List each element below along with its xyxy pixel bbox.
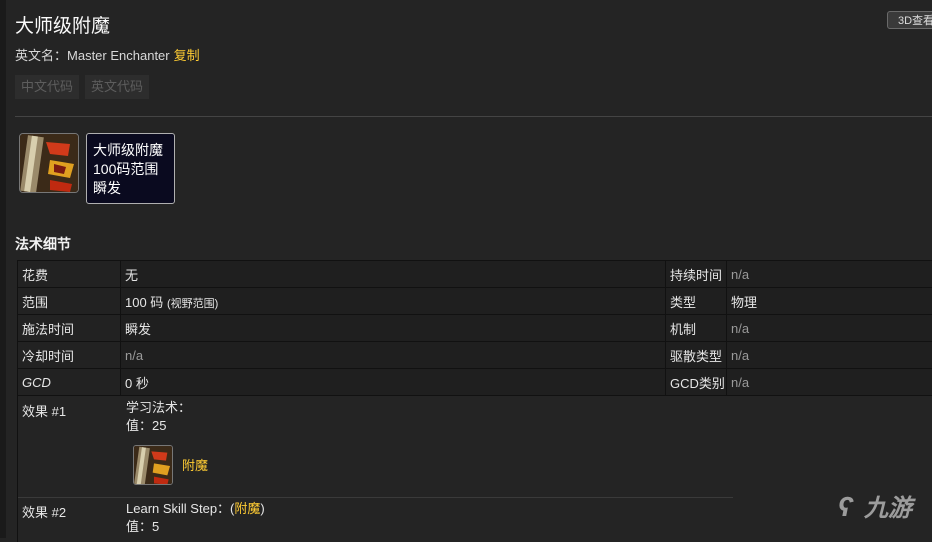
table-row: 驱散类型 n/a [666,342,932,369]
cost-label: 花费 [18,261,121,288]
spell-details-table: 花费 无 范围 100 码 (视野范围) 施法时间 瞬发 冷却时间 n/a GC… [17,260,667,396]
table-row: 花费 无 [18,261,667,288]
range-label: 范围 [18,288,121,315]
left-border [0,0,6,538]
table-row: GCD 0 秒 [18,369,667,396]
dispel-value: n/a [727,342,932,369]
watermark-text: 九游 [864,495,912,522]
copy-link[interactable]: 复制 [174,48,200,63]
table-row: 持续时间 n/a [666,261,932,288]
english-name: Master Enchanter [67,48,170,63]
type-value: 物理 [727,288,932,315]
dispel-label: 驱散类型 [666,342,727,369]
cast-time-label: 施法时间 [18,315,121,342]
effect-2-line2: 值：5 [126,518,265,536]
table-row: 范围 100 码 (视野范围) [18,288,667,315]
enchanting-rune-icon[interactable] [133,445,173,485]
tooltip-cast: 瞬发 [93,179,168,198]
cost-value: 无 [121,261,667,288]
section-title: 法术细节 [15,234,71,254]
page-title: 大师级附魔 [15,11,110,38]
view-3d-button[interactable]: 3D查看 [887,11,932,29]
english-code-button[interactable]: 英文代码 [85,75,149,99]
gcd-value: 0 秒 [121,369,667,396]
table-row: GCD类别 n/a [666,369,932,396]
mechanic-label: 机制 [666,315,727,342]
effect-1-text: 学习法术： 值：25 [126,399,191,435]
cooldown-label: 冷却时间 [18,342,121,369]
effect-2-text: Learn Skill Step：(附魔) 值：5 [126,500,265,536]
table-row: 冷却时间 n/a [18,342,667,369]
watermark-logo-icon: ʕ [838,491,864,523]
range-value: 100 码 [125,295,163,310]
tooltip-name: 大师级附魔 [93,141,168,160]
effect-2-label: 效果 #2 [22,502,66,521]
english-name-prefix: 英文名： [15,48,67,63]
effect-2-line1: Learn Skill Step：(附魔) [126,500,265,518]
effect-1-label: 效果 #1 [22,401,66,420]
effect-1: 效果 #1 学习法术： 值：25 附魔 [17,395,733,498]
spell-tooltip: 大师级附魔 100码范围 瞬发 [86,133,175,204]
effect-1-line2: 值：25 [126,417,191,435]
gcd-label: GCD [18,369,121,396]
duration-value: n/a [727,261,932,288]
table-row: 类型 物理 [666,288,932,315]
cooldown-value: n/a [121,342,667,369]
effect-1-line1: 学习法术： [126,399,191,417]
range-cell: 100 码 (视野范围) [121,288,667,315]
table-row: 机制 n/a [666,315,932,342]
duration-label: 持续时间 [666,261,727,288]
english-name-line: 英文名：Master Enchanter 复制 [15,45,200,64]
effect-2-suffix: ) [260,501,264,516]
gcd-category-value: n/a [727,369,932,396]
tooltip-range: 100码范围 [93,160,168,179]
watermark: ʕ九游 [838,488,912,523]
effect-2: 效果 #2 Learn Skill Step：(附魔) 值：5 [17,497,733,542]
chinese-code-button[interactable]: 中文代码 [15,75,79,99]
type-label: 类型 [666,288,727,315]
effect-1-spell-link[interactable]: 附魔 [182,457,208,475]
range-extra: (视野范围) [167,298,218,310]
effect-2-skill-link[interactable]: 附魔 [234,501,260,516]
table-row: 施法时间 瞬发 [18,315,667,342]
enchanting-rune-icon[interactable] [19,133,79,193]
spell-side-table: 持续时间 n/a 类型 物理 机制 n/a 驱散类型 n/a GCD类别 n/a [665,260,932,396]
mechanic-value: n/a [727,315,932,342]
gcd-category-label: GCD类别 [666,369,727,396]
cast-time-value: 瞬发 [121,315,667,342]
divider [15,116,932,117]
effect-2-prefix: Learn Skill Step：( [126,501,234,516]
